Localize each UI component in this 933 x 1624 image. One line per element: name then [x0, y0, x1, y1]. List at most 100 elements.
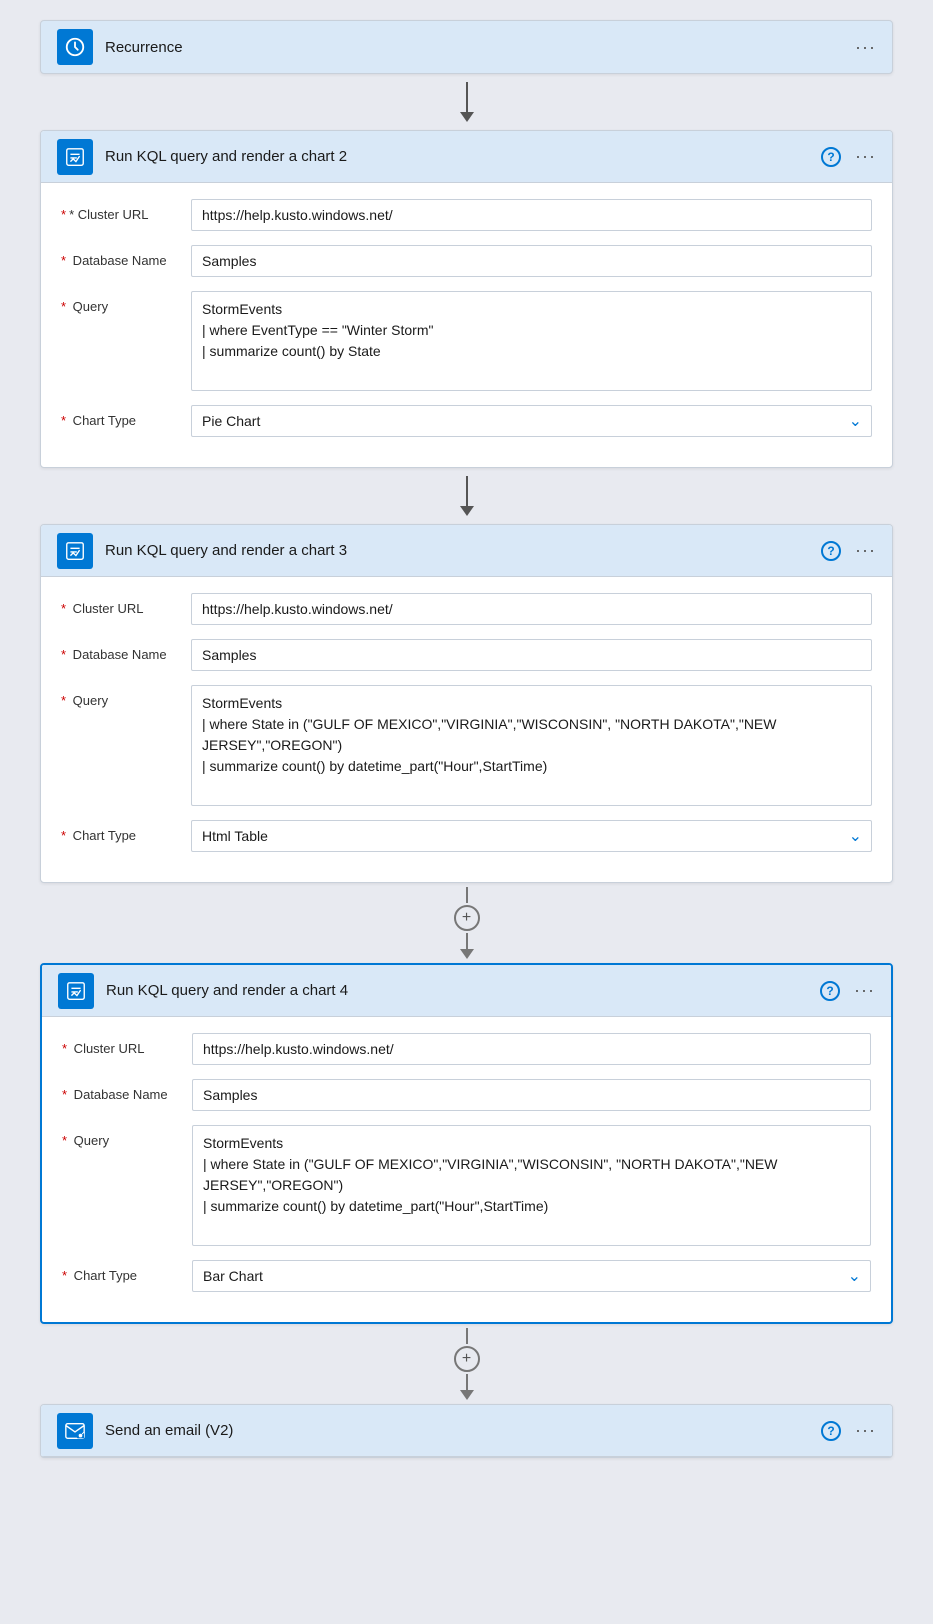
card-4-database-label: * Database Name	[62, 1079, 192, 1102]
connector-line-1	[466, 82, 468, 112]
recurrence-icon	[57, 29, 93, 65]
card-2-help-button[interactable]: ?	[821, 147, 841, 167]
card-2-header: Run KQL query and render a chart 2 ? ···	[41, 131, 892, 183]
card-3-charttype-required: *	[61, 828, 66, 843]
card-4-query-input[interactable]: StormEvents | where State in ("GULF OF M…	[192, 1125, 871, 1246]
card-2: Run KQL query and render a chart 2 ? ···…	[40, 130, 893, 468]
card-3-database-label: * Database Name	[61, 639, 191, 662]
card-3-database-row: * Database Name	[61, 639, 872, 671]
send-email-header: Send an email (V2) ? ···	[41, 1405, 892, 1457]
card-3: Run KQL query and render a chart 3 ? ···…	[40, 524, 893, 883]
card-4-database-required: *	[62, 1087, 67, 1102]
plus-connector-2-top-line	[466, 1328, 468, 1344]
recurrence-card: Recurrence ···	[40, 20, 893, 74]
recurrence-ellipsis-button[interactable]: ···	[855, 37, 876, 58]
card-3-charttype-row: * Chart Type Html Table Pie Chart Bar Ch…	[61, 820, 872, 852]
connector-2	[460, 476, 474, 516]
card-4-title: Run KQL query and render a chart 4	[106, 982, 820, 999]
card-2-actions: ? ···	[821, 146, 876, 167]
card-4-actions: ? ···	[820, 980, 875, 1001]
card-4: Run KQL query and render a chart 4 ? ···…	[40, 963, 893, 1324]
card-3-cluster-input[interactable]	[191, 593, 872, 625]
card-4-charttype-row: * Chart Type Bar Chart Pie Chart Html Ta…	[62, 1260, 871, 1292]
card-3-title: Run KQL query and render a chart 3	[105, 542, 821, 559]
card-2-charttype-row: * Chart Type Pie Chart Bar Chart Html Ta…	[61, 405, 872, 437]
plus-connector-1-top-line	[466, 887, 468, 903]
plus-connector-2-bottom-arrow	[460, 1390, 474, 1400]
card-2-charttype-select[interactable]: Pie Chart Bar Chart Html Table	[191, 405, 872, 437]
card-3-charttype-select[interactable]: Html Table Pie Chart Bar Chart	[191, 820, 872, 852]
card-3-query-row: * Query StormEvents | where State in ("G…	[61, 685, 872, 806]
send-email-help-button[interactable]: ?	[821, 1421, 841, 1441]
card-4-header: Run KQL query and render a chart 4 ? ···	[42, 965, 891, 1017]
send-email-icon	[57, 1413, 93, 1449]
card-2-database-required: *	[61, 253, 66, 268]
card-2-database-label: * Database Name	[61, 245, 191, 268]
card-2-query-required: *	[61, 299, 66, 314]
connector-line-2	[466, 476, 468, 506]
plus-connector-1-bottom-line	[466, 933, 468, 949]
connector-1	[460, 82, 474, 122]
card-2-ellipsis-button[interactable]: ···	[855, 146, 876, 167]
card-4-charttype-label: * Chart Type	[62, 1260, 192, 1283]
card-2-charttype-wrapper: Pie Chart Bar Chart Html Table ⌄	[191, 405, 872, 437]
card-4-charttype-wrapper: Bar Chart Pie Chart Html Table ⌄	[192, 1260, 871, 1292]
connector-arrow-1	[460, 112, 474, 122]
card-3-ellipsis-button[interactable]: ···	[855, 540, 876, 561]
card-2-query-row: * Query StormEvents | where EventType ==…	[61, 291, 872, 391]
card-3-help-button[interactable]: ?	[821, 541, 841, 561]
card-3-database-required: *	[61, 647, 66, 662]
kql-icon-3	[64, 540, 86, 562]
card-3-body: * Cluster URL * Database Name * Query St…	[41, 577, 892, 882]
card-2-query-label: * Query	[61, 291, 191, 314]
card-4-cluster-required: *	[62, 1041, 67, 1056]
card-4-cluster-input[interactable]	[192, 1033, 871, 1065]
send-email-title: Send an email (V2)	[105, 1422, 821, 1439]
card-2-database-row: * Database Name	[61, 245, 872, 277]
card-3-query-required: *	[61, 693, 66, 708]
send-email-actions: ? ···	[821, 1420, 876, 1441]
card-3-query-input[interactable]: StormEvents | where State in ("GULF OF M…	[191, 685, 872, 806]
card-2-charttype-required: *	[61, 413, 66, 428]
card-2-database-input[interactable]	[191, 245, 872, 277]
recurrence-actions: ···	[855, 37, 876, 58]
card-3-cluster-label: * Cluster URL	[61, 593, 191, 616]
add-step-button-2[interactable]: +	[454, 1346, 480, 1372]
card-2-cluster-row: ** Cluster URL	[61, 199, 872, 231]
card-3-charttype-wrapper: Html Table Pie Chart Bar Chart ⌄	[191, 820, 872, 852]
card-4-ellipsis-button[interactable]: ···	[854, 980, 875, 1001]
card-4-database-input[interactable]	[192, 1079, 871, 1111]
card-3-icon	[57, 533, 93, 569]
plus-connector-2-bottom-line	[466, 1374, 468, 1390]
card-4-charttype-select[interactable]: Bar Chart Pie Chart Html Table	[192, 1260, 871, 1292]
card-4-query-row: * Query StormEvents | where State in ("G…	[62, 1125, 871, 1246]
card-2-icon	[57, 139, 93, 175]
card-4-cluster-row: * Cluster URL	[62, 1033, 871, 1065]
card-2-cluster-required: *	[61, 207, 66, 222]
card-3-actions: ? ···	[821, 540, 876, 561]
card-2-cluster-label: ** Cluster URL	[61, 199, 191, 222]
card-4-charttype-required: *	[62, 1268, 67, 1283]
card-2-body: ** Cluster URL * Database Name * Query S…	[41, 183, 892, 467]
card-2-cluster-input[interactable]	[191, 199, 872, 231]
kql-icon-4	[65, 980, 87, 1002]
email-icon	[64, 1420, 86, 1442]
add-step-button-1[interactable]: +	[454, 905, 480, 931]
clock-icon	[64, 36, 86, 58]
card-2-query-input[interactable]: StormEvents | where EventType == "Winter…	[191, 291, 872, 391]
plus-connector-2: +	[454, 1328, 480, 1400]
card-4-help-button[interactable]: ?	[820, 981, 840, 1001]
card-3-query-label: * Query	[61, 685, 191, 708]
card-4-query-required: *	[62, 1133, 67, 1148]
card-4-query-label: * Query	[62, 1125, 192, 1148]
send-email-ellipsis-button[interactable]: ···	[855, 1420, 876, 1441]
plus-connector-1: +	[454, 887, 480, 959]
card-3-database-input[interactable]	[191, 639, 872, 671]
card-3-header: Run KQL query and render a chart 3 ? ···	[41, 525, 892, 577]
card-3-cluster-required: *	[61, 601, 66, 616]
plus-connector-1-bottom-arrow	[460, 949, 474, 959]
card-4-icon	[58, 973, 94, 1009]
card-4-body: * Cluster URL * Database Name * Query St…	[42, 1017, 891, 1322]
kql-icon-2	[64, 146, 86, 168]
card-4-database-row: * Database Name	[62, 1079, 871, 1111]
